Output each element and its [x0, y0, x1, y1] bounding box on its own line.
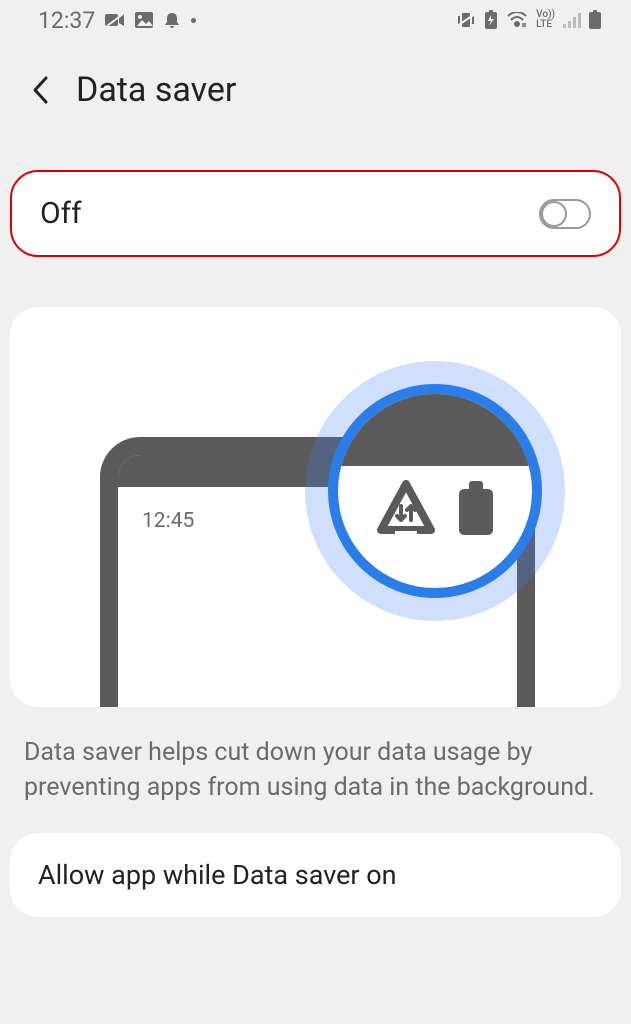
- status-right: Vo))LTE: [456, 10, 601, 30]
- allow-app-label: Allow app while Data saver on: [38, 859, 397, 891]
- illustration-clock: 12:45: [142, 509, 194, 533]
- back-button[interactable]: [22, 72, 58, 108]
- header: Data saver: [0, 40, 631, 130]
- toggle-knob: [541, 201, 567, 227]
- battery-icon: [589, 10, 601, 30]
- more-notifications-dot: [191, 18, 196, 23]
- lte-label: Vo))LTE: [536, 10, 555, 30]
- data-saver-triangle-icon: [375, 480, 437, 542]
- signal-icon: [563, 12, 581, 28]
- battery-saver-icon: [484, 10, 498, 30]
- bell-icon: [163, 11, 181, 29]
- allow-app-row[interactable]: Allow app while Data saver on: [10, 833, 621, 917]
- illustration-card: 12:45: [10, 307, 621, 707]
- toggle-switch[interactable]: [539, 199, 591, 229]
- video-off-icon: [105, 13, 125, 27]
- chevron-left-icon: [31, 75, 49, 105]
- vibrate-icon: [456, 11, 476, 29]
- wifi-icon: [506, 12, 528, 28]
- status-bar: 12:37 Vo))LTE: [0, 0, 631, 40]
- status-left: 12:37: [38, 7, 196, 34]
- status-clock: 12:37: [38, 7, 95, 34]
- magnifier-lens: [328, 384, 542, 598]
- toggle-state-label: Off: [40, 196, 82, 231]
- description-text: Data saver helps cut down your data usag…: [24, 735, 607, 805]
- magnifier-icons: [338, 480, 532, 542]
- page-title: Data saver: [76, 70, 236, 110]
- image-icon: [135, 12, 153, 28]
- data-saver-toggle-card[interactable]: Off: [10, 170, 621, 257]
- battery-fill-icon: [457, 481, 495, 541]
